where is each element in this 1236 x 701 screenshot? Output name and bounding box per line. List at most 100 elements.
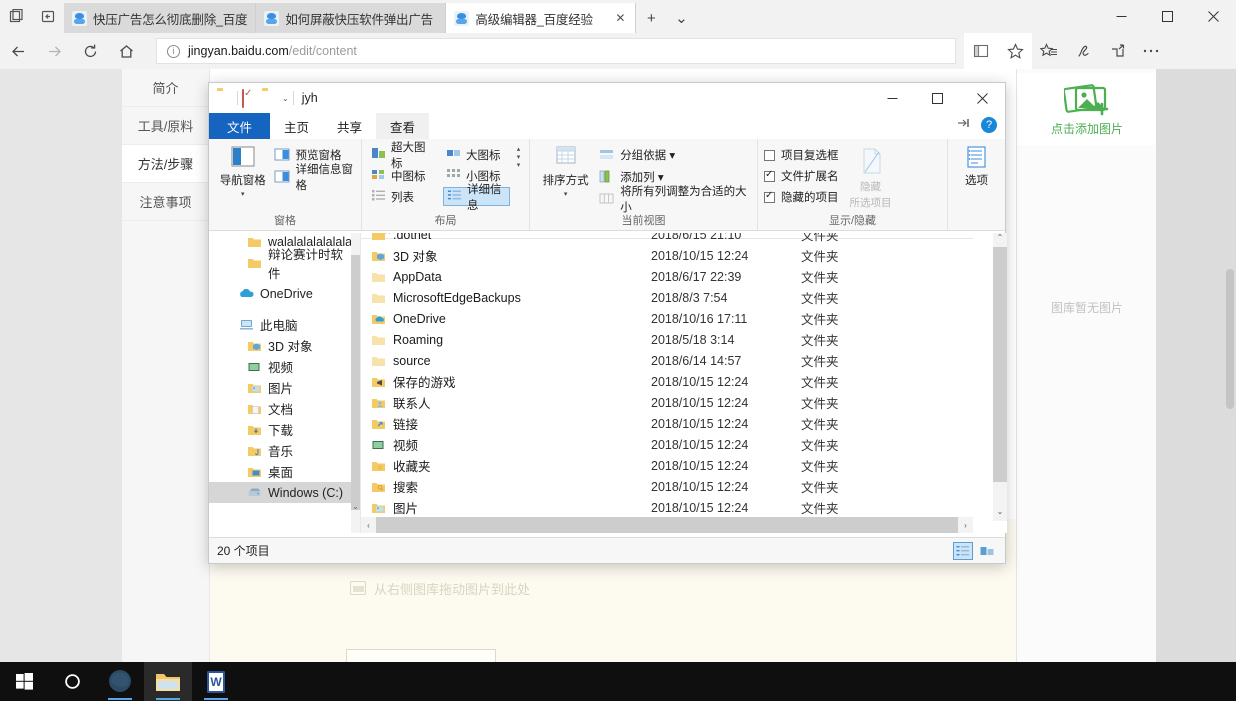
file-explorer-button[interactable]	[144, 662, 192, 701]
browser-tab-2[interactable]: 如何屏蔽快压软件弹出广告	[256, 3, 447, 33]
details-view-button[interactable]	[953, 541, 973, 560]
close-button[interactable]	[960, 83, 1005, 113]
file-list-pane[interactable]: 名称 修改日期 类型 .dotnet 2018/6/15 21:10 文件夹 3…	[361, 233, 1007, 533]
tab-preview-icon[interactable]	[0, 0, 32, 33]
page-scrollbar[interactable]	[1226, 269, 1234, 409]
view-option-extra-large-icons[interactable]: 超大图标	[368, 142, 433, 170]
sidebar-item-notes[interactable]: 注意事项	[122, 183, 209, 221]
image-drop-zone[interactable]: 从右侧图库拖动图片到此处	[350, 577, 670, 599]
address-bar[interactable]: i jingyan.baidu.com/edit/content	[156, 38, 956, 64]
scroll-down-icon[interactable]: ▾	[517, 153, 521, 161]
scroll-left-icon[interactable]: ‹	[361, 521, 376, 530]
chevron-down-icon[interactable]: ⌄	[666, 3, 696, 33]
chevron-down-icon[interactable]: ⌄	[282, 94, 289, 103]
nav-item-downloads[interactable]: 下载	[209, 419, 354, 440]
close-button[interactable]	[1190, 0, 1236, 33]
table-row[interactable]: .dotnet 2018/6/15 21:10 文件夹	[361, 233, 973, 245]
table-row[interactable]: 联系人 2018/10/15 12:24 文件夹	[361, 392, 973, 413]
hidden-items-option[interactable]: 隐藏的项目	[764, 187, 839, 207]
favorites-hub-icon[interactable]	[1032, 33, 1066, 69]
cortana-button[interactable]	[48, 662, 96, 701]
sidebar-item-steps[interactable]: 方法/步骤	[122, 145, 209, 183]
nav-item-desktop[interactable]: 桌面	[209, 461, 354, 482]
nav-item-onedrive[interactable]: OneDrive	[209, 283, 354, 304]
word-button[interactable]: W	[192, 662, 240, 701]
table-row[interactable]: 链接 2018/10/15 12:24 文件夹	[361, 413, 973, 434]
table-row[interactable]: 搜索 2018/10/15 12:24 文件夹	[361, 476, 973, 497]
table-row[interactable]: MicrosoftEdgeBackups 2018/8/3 7:54 文件夹	[361, 287, 973, 308]
table-row[interactable]: Roaming 2018/5/18 3:14 文件夹	[361, 329, 973, 350]
maximize-button[interactable]	[1144, 0, 1190, 33]
ribbon-tab-view[interactable]: 查看	[376, 113, 430, 139]
minimize-button[interactable]	[870, 83, 915, 113]
more-icon[interactable]	[1134, 33, 1168, 69]
scrollbar-thumb[interactable]	[376, 517, 958, 533]
details-pane-button[interactable]: 详细信息窗格	[274, 164, 355, 192]
edge-button[interactable]	[96, 662, 144, 701]
nav-pane-scrollbar[interactable]: ⌄	[351, 233, 360, 533]
navigation-pane-button[interactable]: 导航窗格 ▾	[215, 143, 270, 198]
file-list-horizontal-scrollbar[interactable]: ‹ ›	[361, 517, 973, 533]
site-info-icon[interactable]: i	[167, 44, 180, 58]
chevron-down-icon[interactable]: ▾	[564, 190, 568, 198]
table-row[interactable]: 收藏夹 2018/10/15 12:24 文件夹	[361, 455, 973, 476]
ribbon-tab-share[interactable]: 共享	[323, 113, 376, 139]
browser-tab-3[interactable]: 高级编辑器_百度经验 ✕	[446, 3, 637, 33]
set-aside-tabs-icon[interactable]	[32, 0, 64, 33]
nav-item-videos[interactable]: 视频	[209, 356, 354, 377]
view-option-details[interactable]: 详细信息	[442, 184, 510, 212]
properties-icon[interactable]	[242, 89, 258, 108]
checkbox[interactable]	[764, 149, 775, 161]
start-button[interactable]	[0, 662, 48, 701]
options-button[interactable]: 选项	[954, 143, 999, 188]
scroll-up-icon[interactable]: ▴	[517, 145, 521, 153]
new-folder-icon[interactable]	[262, 90, 278, 106]
nav-item-documents[interactable]: 文档	[209, 398, 354, 419]
file-list-scrollbar[interactable]: ⌃ ⌄	[993, 233, 1007, 521]
new-tab-button[interactable]: +	[636, 3, 666, 33]
favorite-star-icon[interactable]	[998, 33, 1032, 69]
view-option-medium-icons[interactable]: 中图标	[368, 166, 433, 185]
scrollbar-thumb[interactable]	[351, 255, 360, 510]
browser-tab-1[interactable]: 快压广告怎么彻底删除_百度	[64, 3, 257, 33]
web-notes-icon[interactable]	[1066, 33, 1100, 69]
file-extensions-option[interactable]: 文件扩展名	[764, 166, 839, 186]
maximize-button[interactable]	[915, 83, 960, 113]
group-by-button[interactable]: 分组依据 ▾	[599, 145, 751, 164]
refresh-button[interactable]	[72, 33, 108, 69]
nav-item-music[interactable]: 音乐	[209, 440, 354, 461]
nav-item-debate-timer-software[interactable]: 辩论赛计时软件	[209, 248, 354, 281]
large-icons-view-button[interactable]	[977, 542, 997, 560]
nav-item-pictures[interactable]: 图片	[209, 377, 354, 398]
ribbon-tab-file[interactable]: 文件	[209, 113, 271, 139]
table-row[interactable]: 视频 2018/10/15 12:24 文件夹	[361, 434, 973, 455]
nav-item-3d-objects[interactable]: 3D 对象	[209, 335, 354, 356]
table-row[interactable]: source 2018/6/14 14:57 文件夹	[361, 350, 973, 371]
sidebar-item-materials[interactable]: 工具/原料	[122, 107, 209, 145]
nav-item-windows-c[interactable]: Windows (C:)	[209, 482, 354, 503]
table-row[interactable]: 3D 对象 2018/10/15 12:24 文件夹	[361, 245, 973, 266]
share-icon[interactable]	[1100, 33, 1134, 69]
table-row[interactable]: AppData 2018/6/17 22:39 文件夹	[361, 266, 973, 287]
size-all-columns-button[interactable]: 将所有列调整为合适的大小	[599, 186, 751, 214]
sort-by-button[interactable]: 排序方式 ▾	[536, 143, 595, 198]
help-icon[interactable]: ?	[981, 117, 997, 133]
checkbox[interactable]	[764, 169, 775, 182]
scrollbar-thumb[interactable]	[993, 247, 1007, 482]
view-option-large-icons[interactable]: 大图标	[443, 145, 510, 164]
scroll-up-icon[interactable]: ⌃	[993, 233, 1007, 247]
add-image-button[interactable]: 点击添加图片	[1017, 73, 1157, 145]
sidebar-item-intro[interactable]: 简介	[122, 69, 209, 107]
scroll-down-icon[interactable]: ⌄	[993, 507, 1007, 521]
forward-button[interactable]	[36, 33, 72, 69]
reading-view-icon[interactable]	[964, 33, 998, 69]
ribbon-tab-home[interactable]: 主页	[270, 113, 323, 139]
back-button[interactable]	[0, 33, 36, 69]
pin-ribbon-icon[interactable]	[957, 116, 971, 134]
folder-icon[interactable]	[217, 90, 233, 106]
checkbox[interactable]	[764, 190, 775, 203]
table-row[interactable]: 保存的游戏 2018/10/15 12:24 文件夹	[361, 371, 973, 392]
close-icon[interactable]: ✕	[613, 11, 627, 25]
chevron-down-icon[interactable]: ⌄	[351, 502, 360, 511]
view-option-list[interactable]: 列表	[368, 187, 433, 206]
